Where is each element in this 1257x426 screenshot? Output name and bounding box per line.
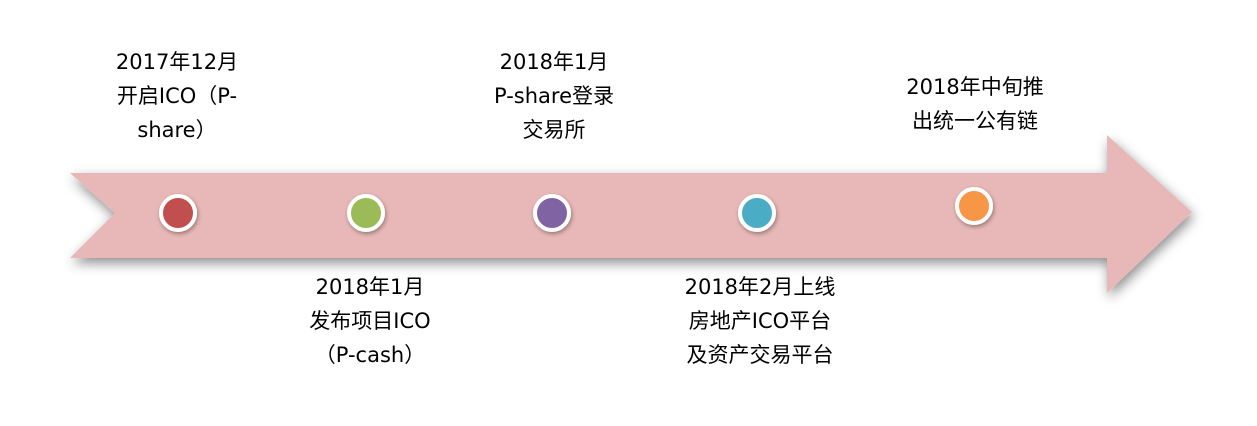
event-label-2018-01-exchange: 2018年1月 P-share登录 交易所 [434,45,674,147]
event-text: 及资产交易平台 [686,343,834,367]
timeline-node-3 [533,194,571,232]
event-text: 交易所 [522,118,586,142]
timeline-node-4 [738,194,776,232]
event-text: 发布项目ICO [309,309,431,333]
timeline-node-2 [347,194,385,232]
event-date: 2018年1月 [499,50,609,74]
event-text: 出统一公有链 [912,109,1038,133]
event-date: 2017年12月 [115,50,239,74]
event-date: 2018年2月上线 [684,275,836,299]
event-label-2018-02: 2018年2月上线 房地产ICO平台 及资产交易平台 [640,270,880,372]
event-text: P-share登录 [494,84,614,108]
event-date: 2018年中旬推 [906,75,1044,99]
event-text: 房地产ICO平台 [688,309,832,333]
event-label-2018-01-pcash: 2018年1月 发布项目ICO （P-cash） [250,270,490,372]
timeline-node-5 [955,187,993,225]
event-label-2018-mid: 2018年中旬推 出统一公有链 [855,70,1095,138]
event-date: 2018年1月 [315,275,425,299]
event-label-2017-12: 2017年12月 开启ICO（P- share） [57,45,297,147]
event-text: 开启ICO（P- [116,84,238,108]
event-text: share） [137,118,217,142]
timeline-node-1 [159,194,197,232]
timeline-arrow [70,135,1192,293]
event-text: （P-cash） [314,343,426,367]
